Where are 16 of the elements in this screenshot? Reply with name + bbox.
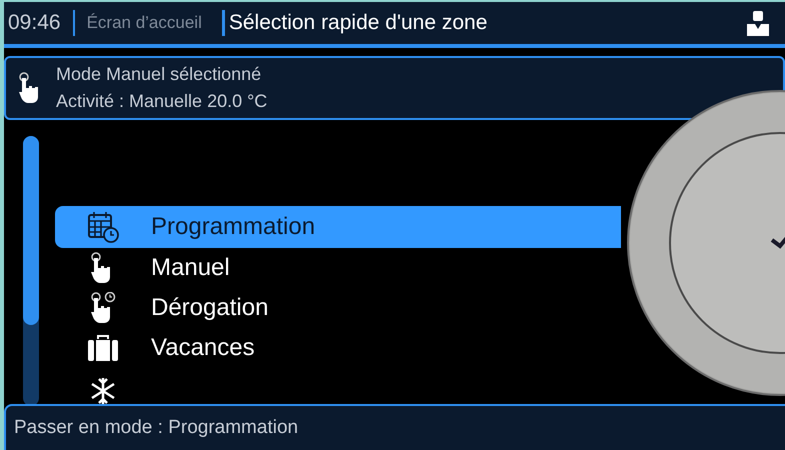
clock-time: 09:46: [8, 10, 61, 36]
menu-item[interactable]: Vacances: [55, 328, 621, 368]
scrollbar-track[interactable]: [23, 136, 39, 406]
menu-item[interactable]: Programmation: [55, 206, 621, 248]
activity-text: Activité : Manuelle 20.0 °C: [56, 90, 268, 113]
user-icon[interactable]: [747, 10, 769, 36]
screen-title: Sélection rapide d'une zone: [228, 10, 488, 36]
menu-item[interactable]: Manuel: [55, 248, 621, 288]
scrollbar-thumb[interactable]: [23, 136, 39, 325]
hand-clock-icon: [88, 292, 118, 324]
calendar-clock-icon: [86, 210, 120, 244]
menu-item[interactable]: Dérogation: [55, 288, 621, 328]
footer-text: Passer en mode : Programmation: [14, 416, 298, 440]
mode-text: Mode Manuel sélectionné: [56, 63, 262, 86]
breadcrumb[interactable]: Écran d’accueil: [86, 10, 202, 36]
suitcase-icon: [86, 332, 120, 363]
